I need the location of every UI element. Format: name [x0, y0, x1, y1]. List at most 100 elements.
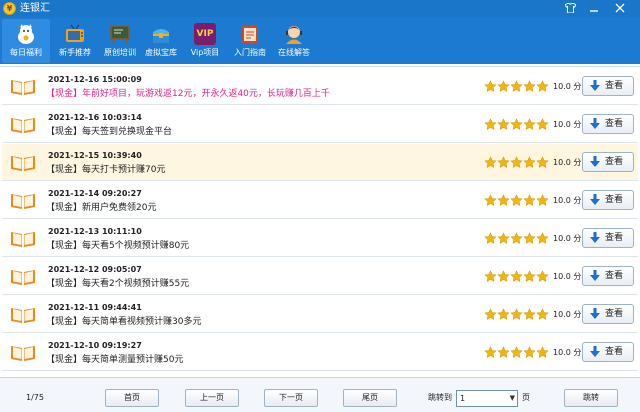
star-icon [523, 118, 536, 131]
next-page-button[interactable]: 下一页 [264, 389, 318, 407]
tv-icon [64, 23, 86, 45]
list-item[interactable]: 2021-12-11 09:44:41 【现金】每天简单看视频预计赚30多元 10.… [2, 296, 638, 333]
score-unit: 分 [573, 120, 582, 129]
vip-icon: VIP [194, 23, 216, 45]
close-icon[interactable] [610, 0, 630, 17]
star-icon [510, 232, 523, 245]
tab-virtual-treasury[interactable]: 虚拟宝库 [137, 19, 185, 63]
item-score: 10.0 分 [553, 234, 581, 244]
item-title[interactable]: 【现金】每天简单测量预计赚50元 [46, 355, 183, 366]
item-title[interactable]: 【现金】每天打卡预计赚70元 [46, 165, 165, 176]
list-item[interactable]: 2021-12-16 10:03:14 【现金】每天签到兑换现金平台 10.0 分 查… [2, 106, 638, 143]
rating-stars [484, 270, 549, 283]
list-item[interactable]: 2021-12-12 09:05:07 【现金】每天看2个视频预计赚55元 10.0… [2, 258, 638, 295]
score-value: 10.0 [553, 158, 571, 167]
view-button[interactable]: 查看 [582, 342, 634, 362]
star-icon [497, 80, 510, 93]
view-button-label: 查看 [604, 81, 623, 91]
star-icon [510, 270, 523, 283]
star-icon [536, 80, 549, 93]
star-icon [510, 308, 523, 321]
last-page-button[interactable]: 尾页 [343, 389, 397, 407]
item-title[interactable]: 【现金】新用户免费领20元 [46, 203, 156, 214]
star-icon [523, 194, 536, 207]
tab-online-answers[interactable]: 在线解答 [270, 19, 318, 63]
rating-stars [484, 308, 549, 321]
item-title[interactable]: 【现金】年前好项目，玩游戏返12元，开永久返40元，长玩赚几百上千 [46, 89, 330, 100]
view-button[interactable]: 查看 [582, 76, 634, 96]
star-icon [484, 194, 497, 207]
star-icon [523, 156, 536, 169]
tab-vip-project[interactable]: VIP Vip项目 [181, 19, 229, 63]
item-date: 2021-12-14 09:20:27 [48, 189, 142, 198]
prev-page-button[interactable]: 上一页 [185, 389, 239, 407]
star-icon [523, 308, 536, 321]
jump-button[interactable]: 跳转 [564, 389, 618, 407]
tab-label: 虚拟宝库 [145, 48, 177, 57]
open-book-icon [10, 192, 36, 210]
star-icon [510, 194, 523, 207]
main-toolbar: 每日福利 新手推荐 原创培训 虚拟宝库 VIP Vip项目 入门指南 在线解答 [0, 17, 640, 64]
item-date: 2021-12-12 09:05:07 [48, 265, 142, 274]
star-icon [497, 194, 510, 207]
view-button[interactable]: 查看 [582, 114, 634, 134]
download-arrow-icon [590, 346, 600, 358]
view-button[interactable]: 查看 [582, 266, 634, 286]
view-button[interactable]: 查看 [582, 228, 634, 248]
score-unit: 分 [573, 82, 582, 91]
list-item[interactable]: 2021-12-15 10:39:40 【现金】每天打卡预计赚70元 10.0 分 查… [2, 144, 638, 181]
tab-daily-welfare[interactable]: 每日福利 [2, 19, 50, 63]
open-book-icon [10, 306, 36, 324]
page-select-value: 1 [460, 394, 466, 403]
view-button[interactable]: 查看 [582, 190, 634, 210]
star-icon [536, 270, 549, 283]
guide-icon [239, 23, 261, 45]
download-arrow-icon [590, 156, 600, 168]
tab-getting-started[interactable]: 入门指南 [226, 19, 274, 63]
score-unit: 分 [573, 310, 582, 319]
page-select[interactable]: 1 ▼ [456, 390, 518, 407]
star-icon [523, 232, 536, 245]
app-title: 连银汇 [20, 3, 50, 14]
tab-label: Vip项目 [190, 48, 220, 57]
rating-stars [484, 156, 549, 169]
open-book-icon [10, 78, 36, 96]
star-icon [484, 270, 497, 283]
first-page-button[interactable]: 首页 [105, 389, 159, 407]
star-icon [484, 346, 497, 359]
item-title[interactable]: 【现金】每天签到兑换现金平台 [46, 127, 172, 138]
item-date: 2021-12-11 09:44:41 [48, 303, 142, 312]
page-unit-label: 页 [522, 393, 530, 402]
list-item[interactable]: 2021-12-14 09:20:27 【现金】新用户免费领20元 10.0 分 查看 [2, 182, 638, 219]
jump-label: 跳转到 [428, 393, 452, 402]
view-button-label: 查看 [604, 271, 623, 281]
item-title[interactable]: 【现金】每天看5个视频预计赚80元 [46, 241, 189, 252]
star-icon [523, 270, 536, 283]
star-icon [510, 156, 523, 169]
star-icon [523, 346, 536, 359]
star-icon [510, 346, 523, 359]
shirt-icon[interactable] [560, 0, 580, 17]
score-value: 10.0 [553, 234, 571, 243]
minimize-icon[interactable] [584, 0, 604, 17]
score-value: 10.0 [553, 272, 571, 281]
item-score: 10.0 分 [553, 158, 581, 168]
view-button[interactable]: 查看 [582, 152, 634, 172]
score-value: 10.0 [553, 82, 571, 91]
rating-stars [484, 232, 549, 245]
page-counter: 1/75 [26, 393, 44, 402]
list-item[interactable]: 2021-12-16 15:00:09 【现金】年前好项目，玩游戏返12元，开永久… [2, 68, 638, 105]
tab-label: 新手推荐 [59, 48, 91, 57]
download-arrow-icon [590, 118, 600, 130]
view-button[interactable]: 查看 [582, 304, 634, 324]
item-title[interactable]: 【现金】每天看2个视频预计赚55元 [46, 279, 189, 290]
list-item[interactable]: 2021-12-10 09:19:27 【现金】每天简单测量预计赚50元 10.0 … [2, 334, 638, 371]
item-title[interactable]: 【现金】每天简单看视频预计赚30多元 [46, 317, 201, 328]
download-arrow-icon [590, 80, 600, 92]
star-icon [484, 232, 497, 245]
list-item[interactable]: 2021-12-13 10:11:10 【现金】每天看5个视频预计赚80元 10.0… [2, 220, 638, 257]
open-book-icon [10, 268, 36, 286]
tab-beginner-recommend[interactable]: 新手推荐 [51, 19, 99, 63]
view-button-label: 查看 [604, 157, 623, 167]
star-icon [497, 118, 510, 131]
